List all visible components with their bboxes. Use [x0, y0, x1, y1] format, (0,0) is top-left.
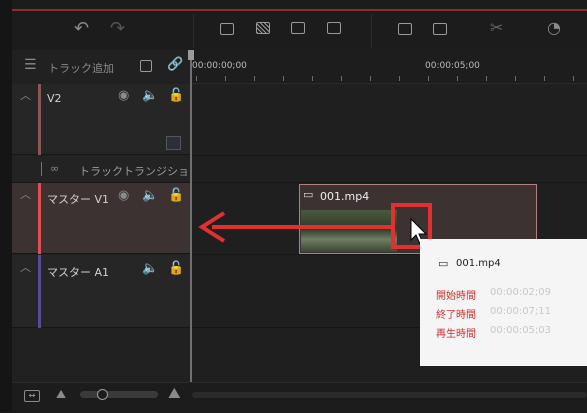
ruler-tick [254, 76, 255, 81]
timeline-row-v2[interactable] [191, 84, 587, 156]
tooltip-end-value: 00:00:07;11 [490, 306, 552, 317]
track-transition-label: トラックトランジション [79, 165, 200, 178]
track-option-icon[interactable] [166, 136, 181, 150]
speaker-icon[interactable]: 🔈 [142, 189, 158, 202]
speaker-icon[interactable]: 🔈 [142, 262, 158, 275]
chain-icon: ∞ [50, 162, 60, 175]
zoom-slider-track[interactable] [80, 391, 158, 398]
speaker-icon[interactable]: 🔈 [142, 89, 158, 102]
add-marker-icon[interactable] [220, 23, 234, 35]
lock-icon[interactable]: 🔓 [168, 189, 184, 202]
playhead-handle[interactable] [188, 50, 194, 60]
ruler-tick [486, 76, 487, 81]
top-accent-line [12, 9, 587, 11]
annotation-overlay [198, 203, 432, 249]
track-color-bar [38, 183, 41, 254]
eye-icon[interactable]: ◉ [118, 89, 129, 102]
scissors-icon[interactable]: ✂ [490, 20, 503, 36]
split-left-icon[interactable] [291, 22, 305, 34]
split-track-icon[interactable] [140, 60, 152, 72]
track-name-master-v1: マスター V1 [47, 193, 110, 206]
ruler-tick [225, 76, 226, 81]
horizontal-scrollbar[interactable] [192, 392, 587, 398]
undo-icon[interactable]: ↶ [74, 20, 89, 38]
ruler-tick [515, 76, 516, 81]
zoom-slider-handle[interactable] [96, 389, 108, 400]
collapse-chevron-icon[interactable]: ︿ [20, 262, 31, 273]
tooltip-end-label: 終了時間 [436, 310, 476, 321]
link-icon[interactable]: 🔗 [167, 58, 183, 71]
ruler-tick [573, 76, 574, 81]
timeline-row-transition[interactable] [191, 156, 587, 183]
left-edge [0, 0, 12, 412]
ruler-tick [399, 76, 400, 81]
ripple-delete-icon[interactable] [433, 23, 447, 35]
collapse-chevron-icon[interactable]: ︿ [20, 90, 31, 101]
ruler-start-time: 00:00:00;00 [192, 61, 247, 71]
ruler-tick [283, 76, 284, 81]
tooltip-duration-label: 再生時間 [436, 329, 476, 340]
ruler-tick [457, 76, 458, 81]
ruler-tick [196, 76, 197, 81]
zoom-out-icon[interactable]: ⛰ [56, 388, 66, 400]
lock-icon[interactable]: 🔓 [168, 262, 184, 275]
add-track-label[interactable]: トラック追加 [48, 60, 114, 76]
tooltip-video-icon: ▭ [438, 257, 449, 270]
fit-timeline-icon[interactable]: ↔ [24, 390, 40, 402]
track-color-bar [38, 255, 41, 328]
ruler-tick [370, 76, 371, 81]
ruler-mark-time: 00:00:05;00 [425, 61, 480, 71]
add-track-icon[interactable]: ☰ [24, 58, 37, 72]
toolbar-separator [193, 14, 194, 48]
tooltip-start-label: 開始時間 [436, 291, 476, 302]
track-name-master-a1: マスター A1 [47, 266, 110, 279]
tooltip-clip-name: 001.mp4 [456, 258, 501, 269]
toolbar-separator [371, 14, 372, 48]
ruler-tick [544, 76, 545, 81]
time-ruler[interactable] [191, 50, 587, 84]
tooltip-duration-value: 00:00:05;03 [490, 325, 552, 336]
tooltip-start-value: 00:00:02;09 [490, 287, 552, 298]
zoom-in-icon[interactable]: ⛰ [168, 386, 181, 401]
track-name-v2: V2 [47, 92, 62, 105]
speed-icon[interactable]: ◔ [547, 20, 561, 36]
collapse-chevron-icon[interactable]: ︿ [20, 189, 31, 200]
freeze-icon[interactable] [256, 22, 270, 34]
tree-line [41, 162, 42, 176]
eye-icon[interactable]: ◉ [118, 189, 129, 202]
redo-icon[interactable]: ↷ [110, 20, 125, 38]
ruler-tick [428, 76, 429, 81]
ruler-tick [312, 76, 313, 81]
track-color-bar [38, 84, 41, 155]
split-right-icon[interactable] [327, 22, 341, 34]
lock-icon[interactable]: 🔓 [168, 89, 184, 102]
ruler-tick [341, 76, 342, 81]
delete-icon[interactable] [398, 23, 412, 35]
